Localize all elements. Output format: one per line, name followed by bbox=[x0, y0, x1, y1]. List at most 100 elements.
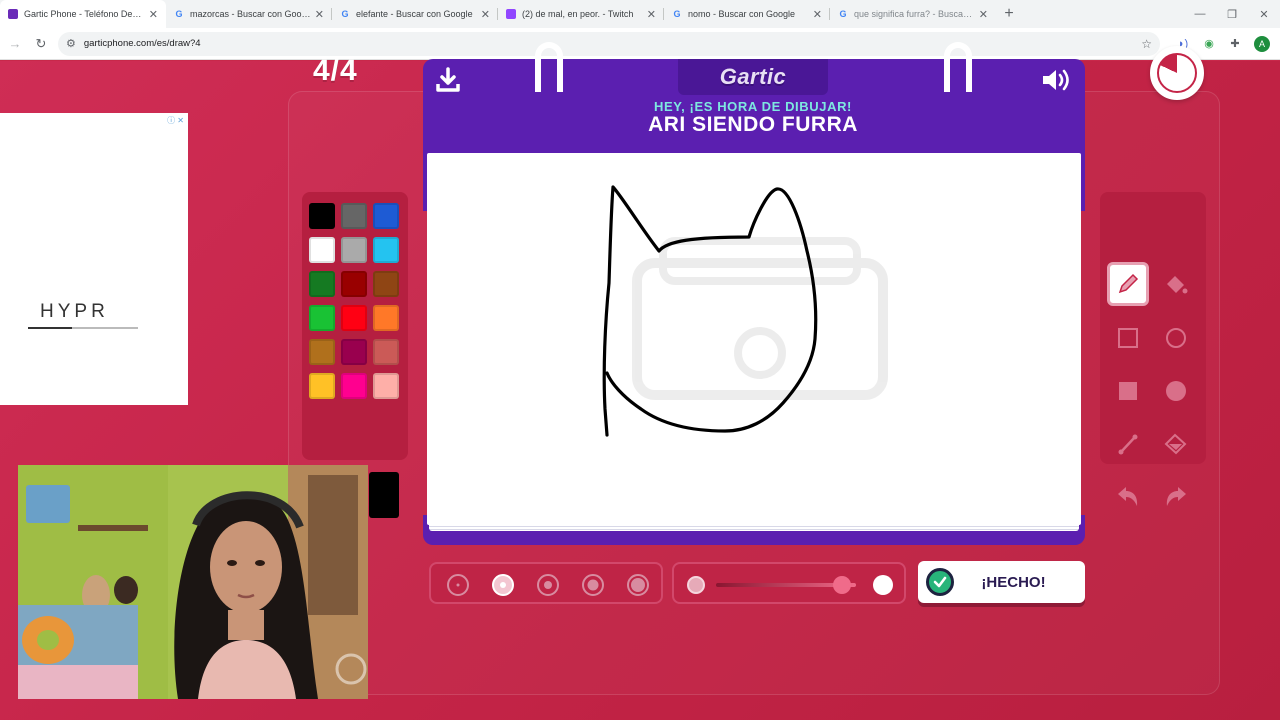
brush-size-4[interactable] bbox=[582, 574, 604, 596]
close-tab-icon[interactable]: ✕ bbox=[481, 8, 490, 21]
gartic-phone-watermark bbox=[632, 237, 888, 400]
webcam-overlay bbox=[18, 465, 368, 699]
tool-panel bbox=[1100, 192, 1206, 506]
done-button[interactable]: ¡HECHO! bbox=[918, 561, 1085, 603]
check-icon bbox=[926, 568, 954, 596]
color-swatch[interactable] bbox=[309, 237, 335, 263]
ellipse-filled-icon bbox=[1166, 381, 1186, 401]
bookmark-star-icon[interactable]: ☆ bbox=[1141, 37, 1152, 51]
color-swatch[interactable] bbox=[309, 339, 335, 365]
bucket-fill-tool-button[interactable] bbox=[1155, 262, 1197, 306]
color-swatch[interactable] bbox=[309, 203, 335, 229]
close-window-icon[interactable]: ✕ bbox=[1248, 0, 1280, 28]
redo-button[interactable] bbox=[1155, 475, 1197, 519]
brush-size-5[interactable] bbox=[627, 574, 649, 596]
drawing-prompt: ARI SIENDO FURRA bbox=[648, 113, 858, 136]
color-swatch[interactable] bbox=[309, 373, 335, 399]
ellipse-filled-tool-button[interactable] bbox=[1155, 369, 1197, 413]
bucket-fill-icon bbox=[1167, 276, 1188, 294]
tab-title: que significa furra? - Buscar co bbox=[854, 9, 975, 19]
reload-icon[interactable]: ↻ bbox=[28, 31, 54, 57]
forward-icon[interactable]: → bbox=[2, 31, 28, 57]
color-swatch[interactable] bbox=[341, 339, 367, 365]
browser-tab-nomo[interactable]: G nomo - Buscar con Google ✕ bbox=[664, 0, 830, 28]
current-color-swatch bbox=[369, 472, 399, 518]
notebook-ring-right bbox=[944, 42, 972, 92]
tab-title: nomo - Buscar con Google bbox=[688, 9, 796, 19]
rectangle-filled-tool-button[interactable] bbox=[1107, 369, 1149, 413]
pencil-tool-button[interactable] bbox=[1107, 262, 1149, 306]
undo-icon bbox=[1118, 487, 1138, 506]
redo-icon bbox=[1166, 487, 1186, 506]
color-swatch[interactable] bbox=[373, 305, 399, 331]
line-tool-button[interactable] bbox=[1107, 422, 1149, 466]
ad-brand-logo: HYPR bbox=[40, 301, 109, 322]
browser-tab-mazorcas[interactable]: G mazorcas - Buscar con Google ✕ bbox=[166, 0, 332, 28]
window-controls: — ❐ ✕ bbox=[1184, 0, 1280, 28]
color-swatch[interactable] bbox=[373, 373, 399, 399]
site-info-icon[interactable]: ⚙ bbox=[66, 37, 76, 50]
color-swatch[interactable] bbox=[373, 339, 399, 365]
gartic-logo: Gartic bbox=[719, 64, 787, 89]
brush-size-2[interactable] bbox=[492, 574, 514, 596]
color-swatch[interactable] bbox=[309, 305, 335, 331]
browser-tab-furra[interactable]: G que significa furra? - Buscar co ✕ bbox=[830, 0, 996, 28]
color-swatch[interactable] bbox=[341, 237, 367, 263]
done-label: ¡HECHO! bbox=[981, 573, 1046, 591]
restore-icon[interactable]: ❐ bbox=[1216, 0, 1248, 28]
volume-icon[interactable] bbox=[1040, 66, 1074, 94]
opacity-max-icon bbox=[873, 575, 893, 595]
round-counter: 4/4 bbox=[313, 54, 358, 87]
webcam-image bbox=[18, 465, 368, 699]
rectangle-filled-icon bbox=[1119, 382, 1137, 400]
ad-banner[interactable]: ⓘ ✕ HYPR bbox=[0, 113, 188, 405]
timer-clock-icon bbox=[1150, 46, 1204, 100]
opacity-slider[interactable] bbox=[672, 562, 906, 604]
color-swatch[interactable] bbox=[373, 271, 399, 297]
extension-green-icon[interactable]: ◉ bbox=[1196, 31, 1222, 57]
google-favicon-icon: G bbox=[673, 9, 681, 19]
opacity-knob[interactable] bbox=[833, 576, 851, 594]
eraser-fill-tool-button[interactable] bbox=[1155, 422, 1197, 466]
url-field[interactable]: ⚙ garticphone.com/es/draw?4 ☆ bbox=[58, 31, 1160, 56]
canvas-drawing bbox=[602, 185, 888, 437]
color-swatch[interactable] bbox=[309, 271, 335, 297]
adchoices-icon[interactable]: ⓘ ✕ bbox=[167, 115, 184, 126]
timer-face bbox=[1157, 53, 1197, 93]
brush-size-3[interactable] bbox=[537, 574, 559, 596]
color-swatch[interactable] bbox=[341, 373, 367, 399]
drawing-canvas[interactable] bbox=[427, 153, 1081, 525]
close-tab-icon[interactable]: ✕ bbox=[979, 8, 988, 21]
undo-button[interactable] bbox=[1107, 475, 1149, 519]
rectangle-outline-icon bbox=[1118, 328, 1138, 348]
minimize-icon[interactable]: — bbox=[1184, 0, 1216, 28]
notebook-ring-left bbox=[535, 42, 563, 92]
tab-title: mazorcas - Buscar con Google bbox=[190, 9, 311, 19]
google-favicon-icon: G bbox=[341, 9, 349, 19]
color-swatch[interactable] bbox=[373, 237, 399, 263]
google-favicon-icon: G bbox=[175, 9, 183, 19]
pencil-icon bbox=[1118, 273, 1139, 294]
color-swatch[interactable] bbox=[341, 271, 367, 297]
close-tab-icon[interactable]: ✕ bbox=[149, 8, 158, 21]
browser-tab-twitch[interactable]: (2) de mal, en peor. - Twitch ✕ bbox=[498, 0, 664, 28]
profile-avatar[interactable]: A bbox=[1254, 35, 1270, 52]
ellipse-outline-tool-button[interactable] bbox=[1155, 316, 1197, 360]
browser-tab-gartic[interactable]: Gartic Phone - Teléfono Descon ✕ bbox=[0, 0, 166, 28]
tab-title: (2) de mal, en peor. - Twitch bbox=[522, 9, 634, 19]
color-swatch[interactable] bbox=[341, 203, 367, 229]
new-tab-button[interactable]: + bbox=[996, 0, 1022, 28]
url-text: garticphone.com/es/draw?4 bbox=[83, 38, 201, 49]
color-swatch[interactable] bbox=[341, 305, 367, 331]
gartic-favicon-icon bbox=[8, 9, 18, 19]
color-swatch[interactable] bbox=[373, 203, 399, 229]
close-tab-icon[interactable]: ✕ bbox=[647, 8, 656, 21]
close-tab-icon[interactable]: ✕ bbox=[813, 8, 822, 21]
download-icon[interactable] bbox=[434, 66, 462, 94]
browser-tab-elefante[interactable]: G elefante - Buscar con Google ✕ bbox=[332, 0, 498, 28]
address-bar-row: → ↻ ⚙ garticphone.com/es/draw?4 ☆ ◗) ◉ ✚… bbox=[0, 28, 1280, 60]
rectangle-outline-tool-button[interactable] bbox=[1107, 316, 1149, 360]
extensions-puzzle-icon[interactable]: ✚ bbox=[1222, 31, 1248, 57]
brush-size-1[interactable] bbox=[447, 574, 469, 596]
close-tab-icon[interactable]: ✕ bbox=[315, 8, 324, 21]
